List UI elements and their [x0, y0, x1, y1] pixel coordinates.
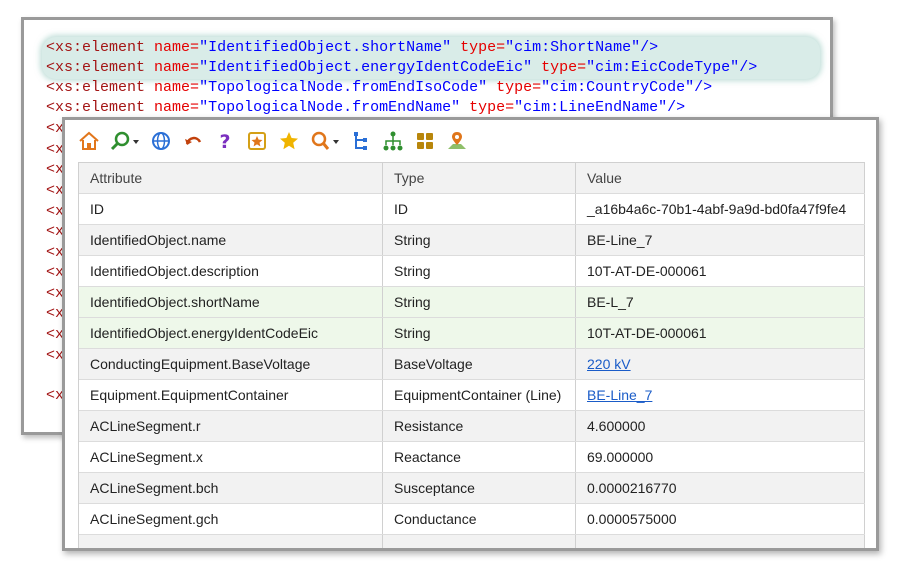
value-cell: 220 kV	[576, 349, 865, 379]
xml-line: <xs:element name="TopologicalNode.fromEn…	[46, 99, 686, 116]
svg-text:?: ?	[219, 131, 230, 152]
table-header: Attribute Type Value	[79, 163, 865, 194]
grid-icon[interactable]	[411, 127, 439, 155]
table-row[interactable]: ACLineSegment.r Resistance 4.600000	[79, 411, 865, 442]
table-row[interactable]: IdentifiedObject.description String 10T-…	[79, 256, 865, 287]
find-dropdown-icon[interactable]	[307, 127, 343, 155]
value-cell: BE-L_7	[576, 287, 865, 317]
globe-icon[interactable]	[147, 127, 175, 155]
type-cell: Resistance	[383, 411, 576, 441]
xml-line: <xs:element name="TopologicalNode.fromEn…	[46, 79, 713, 96]
star-icon[interactable]	[275, 127, 303, 155]
table-row[interactable]: IdentifiedObject.name String BE-Line_7	[79, 225, 865, 256]
xml-line: <xs:element name="IdentifiedObject.energ…	[46, 59, 758, 76]
value-cell: BE-Line_7	[576, 225, 865, 255]
table-row[interactable]: ConductingEquipment.BaseVoltage BaseVolt…	[79, 349, 865, 380]
type-cell: String	[383, 225, 576, 255]
attribute-cell: IdentifiedObject.energyIdentCodeEic	[79, 318, 383, 348]
column-header-type[interactable]: Type	[383, 163, 576, 193]
attribute-cell: ACLineSegment.bch	[79, 473, 383, 503]
favorite-box-icon[interactable]	[243, 127, 271, 155]
value-cell: BE-Line_7	[576, 380, 865, 410]
attribute-cell: IdentifiedObject.shortName	[79, 287, 383, 317]
table-row-partial[interactable]	[79, 535, 865, 548]
undo-icon[interactable]	[179, 127, 207, 155]
attribute-cell	[79, 535, 383, 548]
home-icon[interactable]	[75, 127, 103, 155]
attribute-cell: ConductingEquipment.BaseVoltage	[79, 349, 383, 379]
value-cell: 4.600000	[576, 411, 865, 441]
type-cell: BaseVoltage	[383, 349, 576, 379]
table-row-highlighted[interactable]: IdentifiedObject.shortName String BE-L_7	[79, 287, 865, 318]
help-icon[interactable]: ?	[211, 127, 239, 155]
attribute-cell: ACLineSegment.gch	[79, 504, 383, 534]
type-cell: String	[383, 256, 576, 286]
type-cell: String	[383, 287, 576, 317]
property-grid-panel: ? Attribute Type Value ID ID _a16b4a6c-7…	[62, 117, 879, 551]
map-pin-icon[interactable]	[443, 127, 471, 155]
table-row[interactable]: ACLineSegment.bch Susceptance 0.00002167…	[79, 473, 865, 504]
type-cell: Conductance	[383, 504, 576, 534]
attribute-cell: ACLineSegment.x	[79, 442, 383, 472]
type-cell	[383, 535, 576, 548]
attribute-cell: ACLineSegment.r	[79, 411, 383, 441]
attribute-cell: IdentifiedObject.description	[79, 256, 383, 286]
type-cell: EquipmentContainer (Line)	[383, 380, 576, 410]
equipment-container-link[interactable]: BE-Line_7	[587, 387, 652, 403]
column-header-attribute[interactable]: Attribute	[79, 163, 383, 193]
value-cell	[576, 535, 865, 548]
search-dropdown-icon[interactable]	[107, 127, 143, 155]
table-row-highlighted[interactable]: IdentifiedObject.energyIdentCodeEic Stri…	[79, 318, 865, 349]
value-cell: _a16b4a6c-70b1-4abf-9a9d-bd0fa47f9fe4	[576, 194, 865, 224]
attribute-cell: ID	[79, 194, 383, 224]
column-header-value[interactable]: Value	[576, 163, 865, 193]
attribute-cell: IdentifiedObject.name	[79, 225, 383, 255]
table-row[interactable]: ACLineSegment.x Reactance 69.000000	[79, 442, 865, 473]
type-cell: ID	[383, 194, 576, 224]
toolbar: ?	[75, 126, 475, 156]
value-cell: 0.0000216770	[576, 473, 865, 503]
type-cell: Susceptance	[383, 473, 576, 503]
table-row[interactable]: ID ID _a16b4a6c-70b1-4abf-9a9d-bd0fa47f9…	[79, 194, 865, 225]
type-cell: Reactance	[383, 442, 576, 472]
xml-line: <xs:element name="IdentifiedObject.short…	[46, 39, 659, 56]
table-row[interactable]: Equipment.EquipmentContainer EquipmentCo…	[79, 380, 865, 411]
attribute-cell: Equipment.EquipmentContainer	[79, 380, 383, 410]
tree-icon[interactable]	[347, 127, 375, 155]
value-cell: 0.0000575000	[576, 504, 865, 534]
table-row[interactable]: ACLineSegment.gch Conductance 0.00005750…	[79, 504, 865, 535]
base-voltage-link[interactable]: 220 kV	[587, 356, 631, 372]
value-cell: 10T-AT-DE-000061	[576, 318, 865, 348]
type-cell: String	[383, 318, 576, 348]
attribute-table: Attribute Type Value ID ID _a16b4a6c-70b…	[78, 162, 865, 548]
value-cell: 69.000000	[576, 442, 865, 472]
value-cell: 10T-AT-DE-000061	[576, 256, 865, 286]
hierarchy-icon[interactable]	[379, 127, 407, 155]
